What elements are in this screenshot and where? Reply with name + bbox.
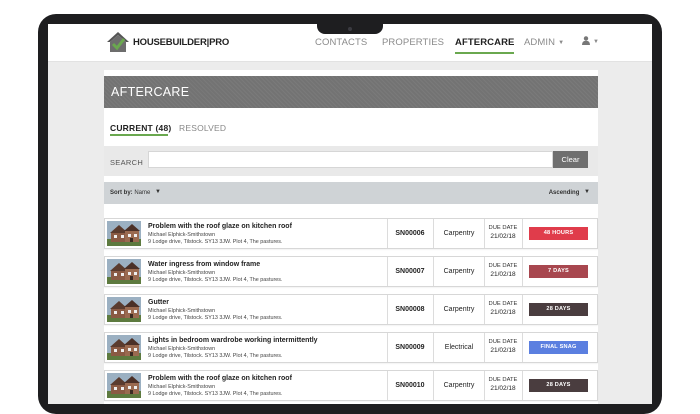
snag-reference: SN00009 [395, 344, 425, 351]
house-image-icon [107, 259, 141, 284]
property-thumbnail [107, 221, 141, 246]
snag-row[interactable]: Gutter Michael Elphick-Smithstown 9 Lodg… [104, 294, 598, 325]
clear-button[interactable]: Clear [553, 151, 588, 168]
due-date-value: 21/02/18 [490, 385, 516, 392]
divider [522, 371, 523, 400]
page-banner: AFTERCARE [104, 76, 598, 108]
house-image-icon [107, 221, 141, 246]
app-screen: HOUSEBUILDER|PRO CONTACTS PROPERTIES AFT… [48, 24, 652, 404]
divider [522, 333, 523, 362]
snag-row[interactable]: Water ingress from window frame Michael … [104, 256, 598, 287]
property-thumbnail [107, 373, 141, 398]
status-badge: 7 DAYS [529, 265, 588, 278]
search-bar: SEARCH Clear [104, 146, 598, 176]
status-badge: FINAL SNAG [529, 341, 588, 354]
snag-address: 9 Lodge drive, Tilstock. SY13 3JW. Plot … [148, 239, 283, 245]
divider [522, 295, 523, 324]
snag-reference: SN00008 [395, 306, 425, 313]
snag-row[interactable]: Problem with the roof glaze on kitchen r… [104, 218, 598, 249]
snag-reference: SN00006 [395, 230, 425, 237]
house-image-icon [107, 373, 141, 398]
camera-notch [317, 24, 383, 34]
snag-title: Problem with the roof glaze on kitchen r… [148, 223, 292, 230]
chevron-down-icon: ▼ [593, 39, 600, 45]
snag-trade: Carpentry [443, 230, 475, 237]
active-tab-underline [110, 134, 168, 136]
snag-address: 9 Lodge drive, Tilstock. SY13 3JW. Plot … [148, 277, 283, 283]
snag-trade: Carpentry [443, 306, 475, 313]
page-title: AFTERCARE [111, 85, 190, 99]
due-date-label: DUE DATE [488, 263, 518, 269]
tab-current[interactable]: CURRENT (48) [110, 123, 171, 133]
tab-resolved[interactable]: RESOLVED [179, 123, 226, 133]
status-badge: 28 DAYS [529, 379, 588, 392]
house-image-icon [107, 297, 141, 322]
user-menu[interactable]: ▼ [582, 36, 599, 47]
snag-address: 9 Lodge drive, Tilstock. SY13 3JW. Plot … [148, 391, 283, 397]
nav-aftercare[interactable]: AFTERCARE [455, 37, 515, 54]
snag-customer: Michael Elphick-Smithstown [148, 346, 216, 352]
snag-trade: Carpentry [443, 382, 475, 389]
snag-title: Lights in bedroom wardrobe working inter… [148, 337, 318, 344]
status-badge: 48 HOURS [529, 227, 588, 240]
due-date-value: 21/02/18 [490, 233, 516, 240]
camera-dot [348, 27, 352, 31]
nav-aftercare-label: AFTERCARE [455, 37, 515, 48]
snag-row[interactable]: Problem with the roof glaze on kitchen r… [104, 370, 598, 401]
snag-address: 9 Lodge drive, Tilstock. SY13 3JW. Plot … [148, 315, 283, 321]
search-label: SEARCH [110, 158, 144, 167]
nav-admin-label: ADMIN [524, 37, 556, 48]
aftercare-panel: AFTERCARE CURRENT (48) RESOLVED SEARCH C… [104, 70, 598, 404]
divider [522, 257, 523, 286]
nav-active-underline [455, 52, 515, 54]
nav-properties[interactable]: PROPERTIES [382, 37, 444, 48]
house-check-logo-icon [107, 32, 129, 52]
snag-customer: Michael Elphick-Smithstown [148, 232, 216, 238]
snag-customer: Michael Elphick-Smithstown [148, 270, 216, 276]
chevron-down-icon: ▼ [584, 189, 590, 195]
status-badge: 28 DAYS [529, 303, 588, 316]
sort-by-field: Name [134, 190, 151, 196]
logo[interactable]: HOUSEBUILDER|PRO [106, 31, 229, 53]
due-date-value: 21/02/18 [490, 271, 516, 278]
property-thumbnail [107, 335, 141, 360]
due-date-label: DUE DATE [488, 301, 518, 307]
nav-admin[interactable]: ADMIN ▼ [524, 37, 564, 48]
snag-trade: Carpentry [443, 268, 475, 275]
due-date-label: DUE DATE [488, 225, 518, 231]
snag-reference: SN00007 [395, 268, 425, 275]
snag-address: 9 Lodge drive, Tilstock. SY13 3JW. Plot … [148, 353, 283, 359]
due-date-value: 21/02/18 [490, 347, 516, 354]
snag-row[interactable]: Lights in bedroom wardrobe working inter… [104, 332, 598, 363]
sort-bar: Sort by: Name ▼ Ascending ▼ [104, 182, 598, 204]
snag-trade: Electrical [444, 344, 474, 351]
due-date-label: DUE DATE [488, 377, 518, 383]
sort-by-dropdown[interactable]: Sort by: Name ▼ [110, 189, 161, 196]
snag-title: Problem with the roof glaze on kitchen r… [148, 375, 292, 382]
chevron-down-icon: ▼ [558, 40, 565, 46]
property-thumbnail [107, 297, 141, 322]
sort-by-prefix: Sort by: [110, 190, 133, 196]
snag-reference: SN00010 [395, 382, 425, 389]
search-input[interactable] [148, 151, 553, 168]
divider [522, 219, 523, 248]
property-thumbnail [107, 259, 141, 284]
nav-contacts[interactable]: CONTACTS [315, 37, 367, 48]
snag-title: Gutter [148, 299, 169, 306]
user-icon [582, 36, 590, 45]
logo-text: HOUSEBUILDER|PRO [133, 36, 230, 48]
sort-order-dropdown[interactable]: Ascending ▼ [549, 189, 590, 196]
snag-customer: Michael Elphick-Smithstown [148, 384, 216, 390]
due-date-value: 21/02/18 [490, 309, 516, 316]
chevron-down-icon: ▼ [155, 189, 161, 195]
due-date-label: DUE DATE [488, 339, 518, 345]
sort-order-value: Ascending [548, 190, 580, 196]
snag-customer: Michael Elphick-Smithstown [148, 308, 216, 314]
snag-title: Water ingress from window frame [148, 261, 261, 268]
house-image-icon [107, 335, 141, 360]
